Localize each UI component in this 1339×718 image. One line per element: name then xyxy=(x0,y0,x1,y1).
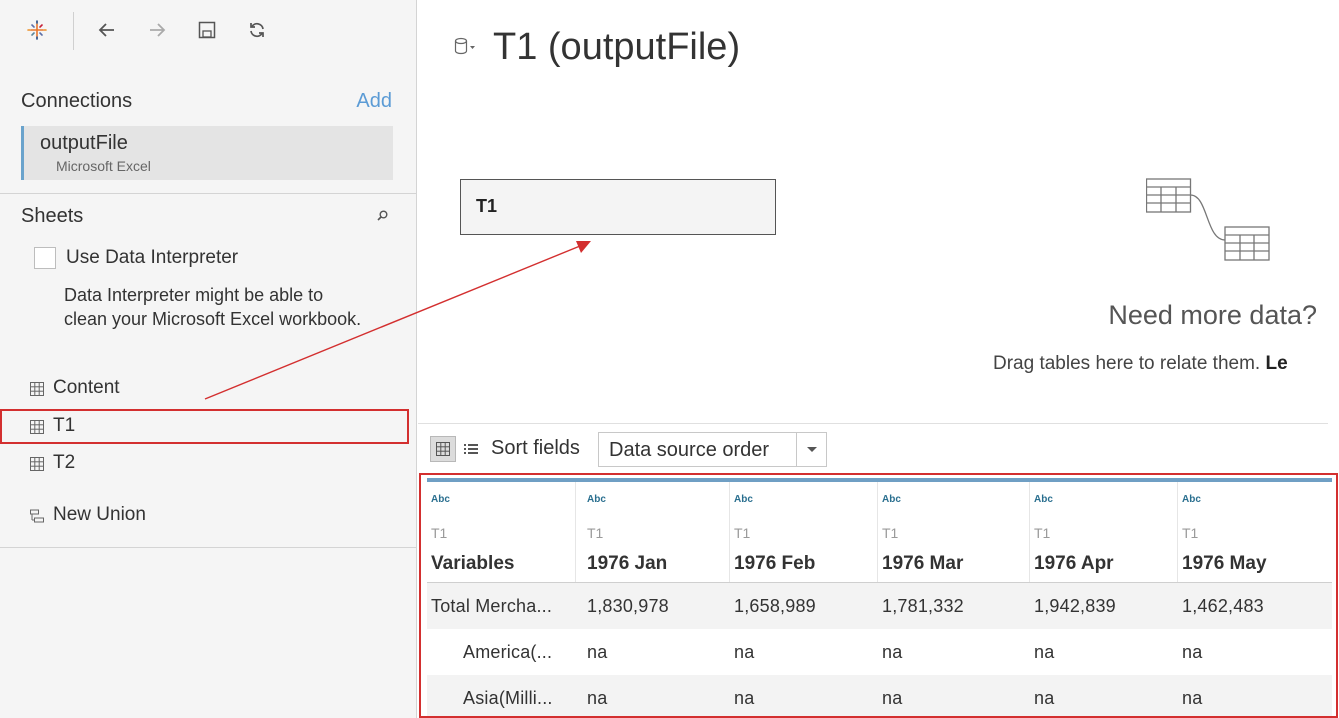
datasource-icon[interactable] xyxy=(454,37,478,57)
table-cell: 1,462,483 xyxy=(1182,596,1264,616)
list-view-icon[interactable] xyxy=(463,441,479,457)
column-source: T1 xyxy=(1034,525,1051,541)
string-type-icon[interactable]: Abc xyxy=(1034,494,1053,505)
sheet-item-t2[interactable]: T2 xyxy=(0,446,410,482)
canvas-table-node[interactable]: T1 xyxy=(460,179,776,235)
divider xyxy=(0,193,417,194)
new-union-item[interactable]: New Union xyxy=(0,498,410,534)
table-cell: na xyxy=(734,688,755,708)
sort-fields-label: Sort fields xyxy=(491,437,580,459)
connection-name: outputFile xyxy=(40,132,128,154)
table-cell: na xyxy=(1034,688,1055,708)
string-type-icon[interactable]: Abc xyxy=(431,494,450,505)
table-cell: na xyxy=(587,642,608,662)
column-source: T1 xyxy=(587,525,604,541)
new-union-label: New Union xyxy=(53,504,146,525)
table-row: Total Mercha... 1,830,978 1,658,989 1,78… xyxy=(427,583,1332,629)
search-icon[interactable] xyxy=(374,208,390,224)
data-interpreter-description: Data Interpreter might be able to clean … xyxy=(64,285,362,329)
column-name: 1976 Apr xyxy=(1034,553,1114,574)
table-row: America(... na na na na na xyxy=(427,629,1332,675)
use-data-interpreter-label: Use Data Interpreter xyxy=(66,247,239,268)
connections-heading: Connections xyxy=(21,90,133,112)
forward-arrow-icon[interactable] xyxy=(145,18,169,42)
table-cell: na xyxy=(1182,642,1203,662)
data-grid-outline: Abc T1 Variables Abc T1 1976 Jan Abc T1 … xyxy=(419,473,1338,718)
table-cell: na xyxy=(882,688,903,708)
table-cell: na xyxy=(734,642,755,662)
string-type-icon[interactable]: Abc xyxy=(734,494,753,505)
need-more-data-heading: Need more data? xyxy=(1108,300,1317,330)
table-cell: 1,658,989 xyxy=(734,596,816,616)
column-name: Variables xyxy=(431,553,515,574)
column-name: 1976 Jan xyxy=(587,553,668,574)
sheets-heading: Sheets xyxy=(21,205,84,227)
sheet-item-label: Content xyxy=(53,377,120,398)
sheet-table-icon xyxy=(30,457,44,471)
relationship-icon xyxy=(1146,178,1270,261)
toolbar-divider xyxy=(73,12,74,50)
sheet-item-content[interactable]: Content xyxy=(0,371,410,407)
table-cell: 1,942,839 xyxy=(1034,596,1116,616)
table-cell: Asia(Milli... xyxy=(463,688,553,708)
drag-hint-text: Drag tables here to relate them. xyxy=(993,353,1261,374)
column-name: 1976 May xyxy=(1182,553,1267,574)
string-type-icon[interactable]: Abc xyxy=(587,494,606,505)
connection-item[interactable]: outputFile Microsoft Excel xyxy=(21,126,393,180)
grid-view-button[interactable] xyxy=(430,436,456,462)
tableau-logo-icon[interactable] xyxy=(25,18,49,42)
datasource-title[interactable]: T1 (outputFile) xyxy=(493,26,740,69)
table-cell: na xyxy=(587,688,608,708)
divider xyxy=(0,547,417,548)
column-source: T1 xyxy=(1182,525,1199,541)
toolbar xyxy=(0,0,417,62)
table-cell: na xyxy=(1182,688,1203,708)
column-source: T1 xyxy=(431,525,448,541)
chevron-down-icon[interactable] xyxy=(796,433,826,466)
save-icon[interactable] xyxy=(195,18,219,42)
selection-highlight xyxy=(0,409,409,444)
column-name: 1976 Feb xyxy=(734,553,816,574)
table-cell: Total Mercha... xyxy=(431,596,553,616)
drag-hint-link[interactable]: Le xyxy=(1265,353,1287,374)
table-cell: 1,830,978 xyxy=(587,596,669,616)
table-cell: na xyxy=(1034,642,1055,662)
sheet-item-label: T2 xyxy=(53,452,76,473)
sort-fields-dropdown[interactable]: Data source order xyxy=(598,432,827,467)
sheet-table-icon xyxy=(30,382,44,396)
string-type-icon[interactable]: Abc xyxy=(882,494,901,505)
union-icon xyxy=(30,509,44,523)
table-cell: America(... xyxy=(463,642,553,662)
column-source: T1 xyxy=(882,525,899,541)
left-pane: Connections Add outputFile Microsoft Exc… xyxy=(0,0,417,718)
table-cell: na xyxy=(882,642,903,662)
column-source: T1 xyxy=(734,525,751,541)
string-type-icon[interactable]: Abc xyxy=(1182,494,1201,505)
add-connection-link[interactable]: Add xyxy=(356,90,392,113)
connection-type: Microsoft Excel xyxy=(56,158,151,174)
data-grid: Abc T1 Variables Abc T1 1976 Jan Abc T1 … xyxy=(427,478,1332,716)
refresh-icon[interactable] xyxy=(245,18,269,42)
canvas-table-label: T1 xyxy=(476,196,498,216)
divider xyxy=(418,423,1328,424)
table-row: Asia(Milli... na na na na na xyxy=(427,675,1332,716)
sort-fields-value: Data source order xyxy=(609,439,770,461)
drag-tables-hint: Drag tables here to relate them. Le xyxy=(993,353,1288,375)
column-divider xyxy=(575,482,576,582)
use-data-interpreter-checkbox[interactable] xyxy=(34,247,56,269)
back-arrow-icon[interactable] xyxy=(95,18,119,42)
column-name: 1976 Mar xyxy=(882,553,964,574)
main-pane: T1 (outputFile) T1 Need more data? Drag … xyxy=(418,0,1339,718)
table-cell: 1,781,332 xyxy=(882,596,964,616)
